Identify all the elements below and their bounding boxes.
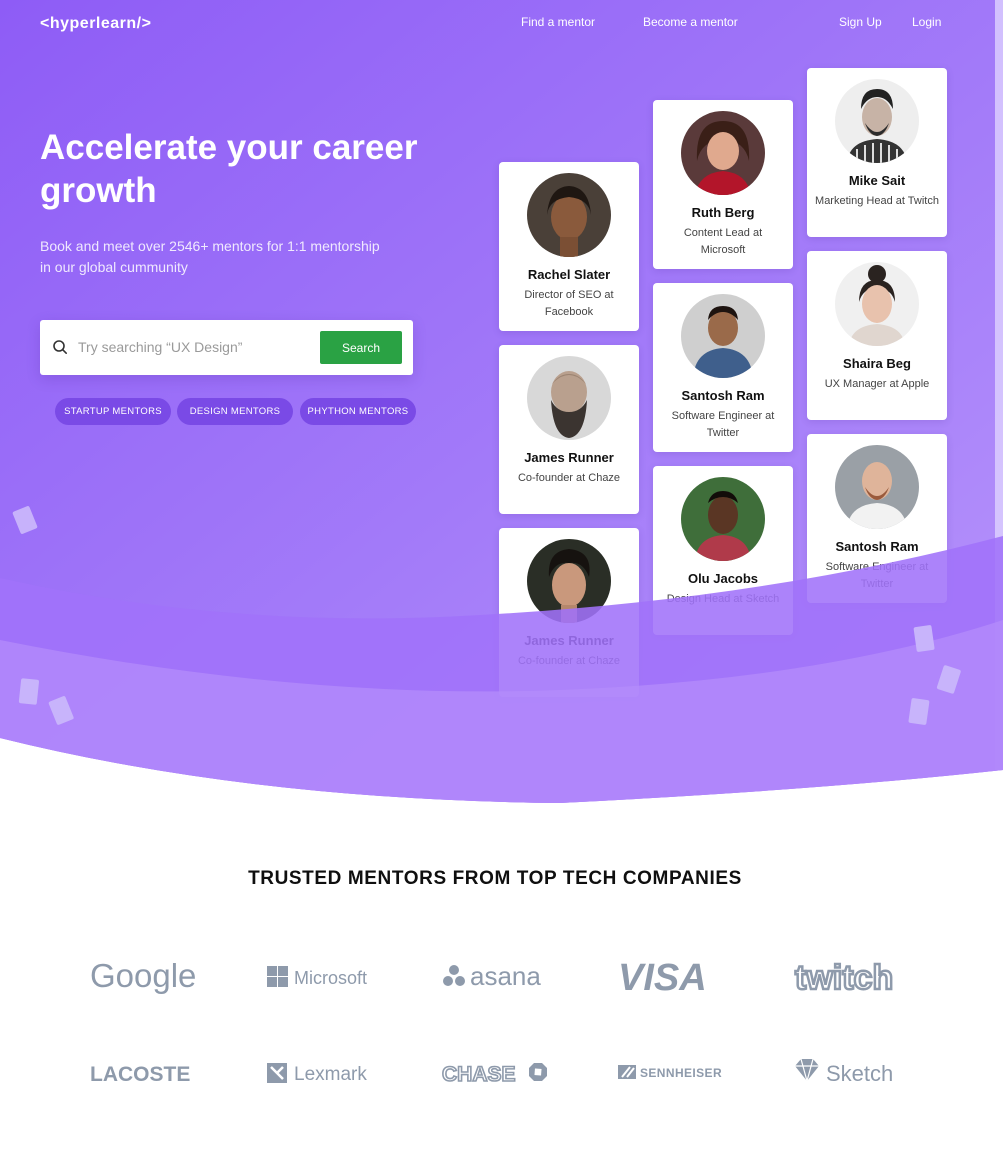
tag-python-mentors[interactable]: PHYTHON MENTORS <box>300 398 416 425</box>
search-button[interactable]: Search <box>320 331 402 364</box>
search-icon <box>53 340 67 354</box>
mentor-card[interactable]: Santosh Ram Software Engineer at Twitter <box>807 434 947 603</box>
mentor-card[interactable]: Rachel Slater Director of SEO at Faceboo… <box>499 162 639 331</box>
mentor-photo <box>681 111 765 195</box>
mentor-role: UX Manager at Apple <box>824 378 930 390</box>
nav-login-link[interactable]: Login <box>912 15 941 29</box>
svg-text:asana: asana <box>470 961 541 991</box>
avatar <box>835 262 919 346</box>
nav-signup-link[interactable]: Sign Up <box>839 15 882 29</box>
mentor-role: Design Head at Sketch <box>666 593 780 605</box>
sennheiser-logo: SENNHEISER <box>618 1060 728 1086</box>
svg-text:CHASE: CHASE <box>442 1063 516 1086</box>
mentor-name: Rachel Slater <box>527 267 611 282</box>
avatar <box>681 111 765 195</box>
microsoft-logo: Microsoft <box>266 960 376 992</box>
mentor-name: Olu Jacobs <box>687 571 759 586</box>
avatar <box>835 445 919 529</box>
tag-design-mentors[interactable]: DESIGN MENTORS <box>177 398 293 425</box>
tag-startup-mentors[interactable]: STARTUP MENTORS <box>55 398 171 425</box>
svg-text:Microsoft: Microsoft <box>294 968 367 988</box>
mentor-name: James Runner <box>524 450 614 465</box>
mentor-card[interactable]: Shaira Beg UX Manager at Apple <box>807 251 947 420</box>
search-bar: Search <box>40 320 413 375</box>
hero-section: <hyperlearn/> Find a mentor Become a men… <box>0 0 1003 810</box>
mentor-name: Mike Sait <box>848 173 906 188</box>
svg-text:VISA: VISA <box>618 957 707 996</box>
mentor-photo <box>681 294 765 378</box>
svg-text:Google: Google <box>90 957 196 994</box>
mentor-role: Software Engineer at Twitter <box>671 410 775 439</box>
brand-logo[interactable]: <hyperlearn/> <box>40 15 151 33</box>
mentor-role: Content Lead at Microsoft <box>683 227 763 256</box>
avatar <box>527 173 611 257</box>
chase-logo: CHASE <box>442 1058 552 1088</box>
svg-text:twitch: twitch <box>795 959 893 997</box>
google-logo: Google <box>90 956 200 996</box>
mentor-name: Shaira Beg <box>843 356 911 371</box>
mentor-role: Co-founder at Chaze <box>517 472 621 484</box>
mentor-photo <box>527 173 611 257</box>
mentor-name: Santosh Ram <box>681 388 765 403</box>
svg-text:LACOSTE: LACOSTE <box>90 1063 190 1086</box>
mentor-photo <box>527 539 611 623</box>
mentor-card[interactable]: Santosh Ram Software Engineer at Twitter <box>653 283 793 452</box>
mentor-photo <box>527 356 611 440</box>
mentor-card[interactable]: Olu Jacobs Design Head at Sketch <box>653 466 793 635</box>
mentor-photo <box>835 262 919 346</box>
mentor-name: Ruth Berg <box>691 205 755 220</box>
avatar <box>681 477 765 561</box>
mentor-photo <box>835 79 919 163</box>
svg-text:Lexmark: Lexmark <box>294 1064 367 1085</box>
svg-text:Sketch: Sketch <box>826 1061 893 1086</box>
mentor-card[interactable]: Mike Sait Marketing Head at Twitch <box>807 68 947 237</box>
mentor-role: Software Engineer at Twitter <box>825 561 929 590</box>
mentor-photo <box>835 445 919 529</box>
mentor-photo <box>681 477 765 561</box>
mentor-role: Co-founder at Chaze <box>517 655 621 667</box>
mentor-card[interactable]: James Runner Co-founder at Chaze <box>499 345 639 514</box>
mentor-name: Santosh Ram <box>835 539 919 554</box>
svg-text:SENNHEISER: SENNHEISER <box>640 1066 722 1080</box>
avatar <box>527 539 611 623</box>
avatar <box>527 356 611 440</box>
lexmark-logo: Lexmark <box>266 1058 376 1088</box>
mentor-card[interactable]: James Runner Co-founder at Chaze <box>499 528 639 697</box>
search-input[interactable] <box>78 334 308 360</box>
hero-subtext: Book and meet over 2546+ mentors for 1:1… <box>40 238 380 275</box>
twitch-logo: twitch <box>793 955 903 997</box>
nav-become-mentor-link[interactable]: Become a mentor <box>643 15 738 29</box>
nav-find-mentor-link[interactable]: Find a mentor <box>521 15 595 29</box>
mentor-role: Marketing Head at Twitch <box>815 195 939 207</box>
sketch-logo: Sketch <box>793 1056 903 1088</box>
trusted-heading: TRUSTED MENTORS FROM TOP TECH COMPANIES <box>248 868 742 889</box>
hero-headline: Accelerate your career growth <box>40 128 418 210</box>
mentor-role: Director of SEO at Facebook <box>524 289 614 318</box>
avatar <box>835 79 919 163</box>
asana-logo: asana <box>442 958 552 994</box>
mentor-name: James Runner <box>524 633 614 648</box>
avatar <box>681 294 765 378</box>
lacoste-logo: LACOSTE <box>90 1058 200 1088</box>
visa-logo: VISA <box>618 954 728 996</box>
mentor-card[interactable]: Ruth Berg Content Lead at Microsoft <box>653 100 793 269</box>
